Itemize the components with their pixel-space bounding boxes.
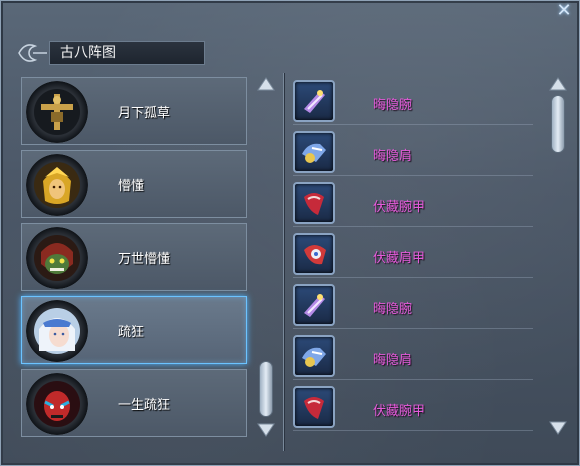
red-demon-icon: [34, 381, 80, 427]
avatar: [26, 227, 88, 289]
list-item[interactable]: 晦隐腕: [293, 77, 533, 125]
item-name: 晦隐腕: [373, 98, 413, 113]
item-slot[interactable]: [293, 284, 335, 326]
red-gauntlet-icon: [304, 397, 324, 419]
role-list-panel: 月下孤草 懵懂 万世懵懂 疏狂 一生疏狂: [15, 73, 283, 449]
item-slot[interactable]: [293, 131, 335, 173]
item-slot[interactable]: [293, 80, 335, 122]
role-list-scrollbar[interactable]: [257, 77, 275, 437]
item-name: 晦隐肩: [373, 149, 413, 164]
avatar: [26, 300, 88, 362]
role-item[interactable]: 月下孤草: [21, 77, 247, 145]
item-name: 伏藏肩甲: [373, 251, 426, 266]
list-item[interactable]: 伏藏腕甲: [293, 383, 533, 431]
list-item[interactable]: 晦隐腕: [293, 281, 533, 329]
item-name: 伏藏腕甲: [373, 404, 426, 419]
list-item[interactable]: 伏藏腕甲: [293, 179, 533, 227]
avatar: [26, 373, 88, 435]
role-name: 懵懂: [118, 179, 145, 194]
scroll-up-arrow-icon[interactable]: [549, 77, 567, 91]
avatar: [26, 81, 88, 143]
purple-gauntlet-icon: [304, 294, 325, 317]
item-name: 晦隐腕: [373, 302, 413, 317]
list-item[interactable]: 晦隐肩: [293, 128, 533, 176]
item-name: 晦隐肩: [373, 353, 413, 368]
item-list-scrollbar[interactable]: [549, 77, 567, 439]
role-item[interactable]: 懵懂: [21, 150, 247, 218]
avatar: [26, 154, 88, 216]
title-ornament-icon: [18, 44, 47, 62]
item-name: 伏藏腕甲: [373, 200, 426, 215]
close-icon[interactable]: ✕: [553, 1, 575, 23]
dialog-window: ✕ 古八阵图 月下孤草 懵懂 万世懵懂 疏狂 一生疏狂 晦隐腕 晦隐肩 伏藏腕甲…: [0, 0, 580, 466]
purple-gauntlet-icon: [304, 90, 325, 113]
golden-cross-icon: [34, 89, 80, 135]
role-name: 一生疏狂: [118, 398, 171, 413]
scroll-down-arrow-icon[interactable]: [549, 421, 567, 435]
item-slot[interactable]: [293, 182, 335, 224]
item-slot[interactable]: [293, 233, 335, 275]
scroll-up-arrow-icon[interactable]: [257, 77, 275, 91]
role-name: 万世懵懂: [118, 252, 171, 267]
item-slot[interactable]: [293, 335, 335, 377]
white-hair-girl-icon: [34, 308, 80, 354]
panel-divider: [283, 73, 285, 451]
role-item-selected[interactable]: 疏狂: [21, 296, 247, 364]
window-title: 古八阵图: [49, 41, 205, 65]
list-item[interactable]: 伏藏肩甲: [293, 230, 533, 278]
role-item[interactable]: 万世懵懂: [21, 223, 247, 291]
role-item[interactable]: 一生疏狂: [21, 369, 247, 437]
list-item[interactable]: 晦隐肩: [293, 332, 533, 380]
green-monster-icon: [34, 235, 80, 281]
item-slot[interactable]: [293, 386, 335, 428]
role-name: 月下孤草: [118, 106, 171, 121]
red-gauntlet-icon: [304, 193, 324, 215]
golden-warrior-icon: [34, 162, 80, 208]
role-name: 疏狂: [118, 325, 145, 340]
scroll-thumb[interactable]: [259, 361, 273, 417]
scroll-thumb[interactable]: [551, 95, 565, 153]
red-shoulder-icon: [304, 245, 326, 265]
scroll-down-arrow-icon[interactable]: [257, 423, 275, 437]
blue-shoulder-icon: [302, 143, 326, 163]
blue-shoulder-icon: [302, 347, 326, 367]
